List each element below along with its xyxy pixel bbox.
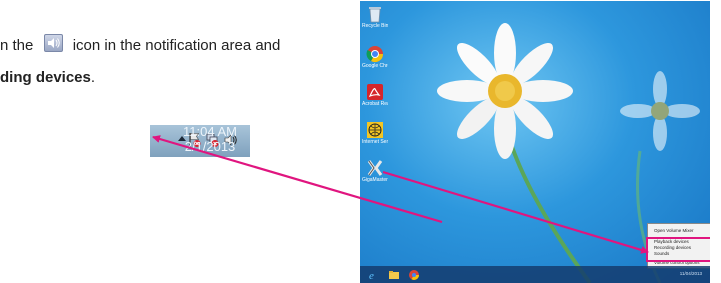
callout-arrows xyxy=(152,135,649,254)
arrow-to-menu-item xyxy=(382,170,649,254)
arrow-to-tray-icon xyxy=(152,135,443,224)
